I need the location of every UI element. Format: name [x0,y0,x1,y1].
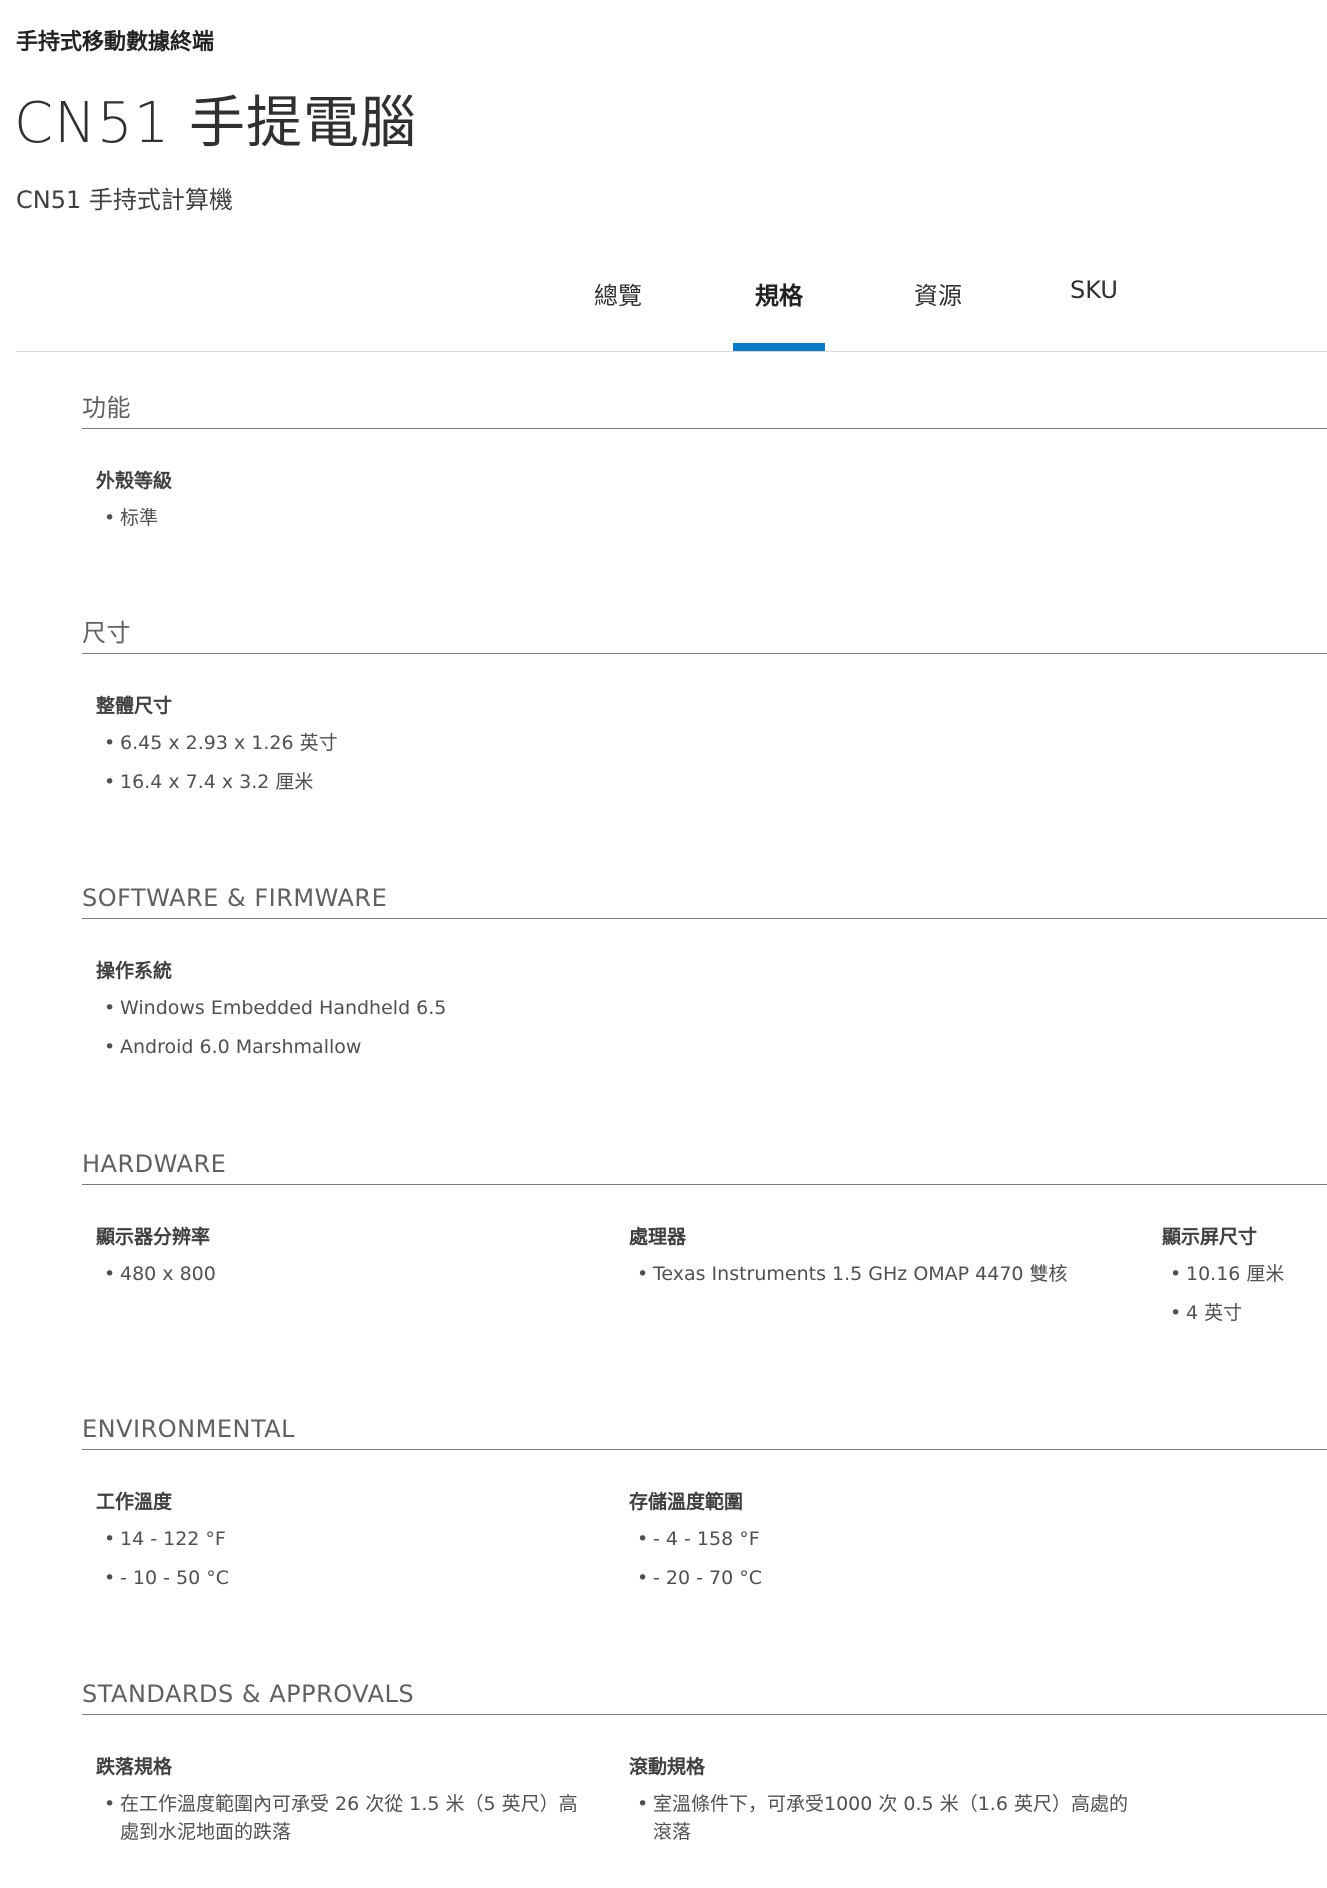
section-title: 功能 [82,394,131,422]
spec-group: 滾動規格 • 室溫條件下，可承受1000 次 0.5 米（1.6 英尺）高處的滾落 [615,1752,1129,1857]
section-title: HARDWARE [82,1150,227,1178]
spec-section-features: 功能 外殼等級 • 标準 [82,388,1327,529]
spec-label: 存儲溫度範圍 [629,1491,744,1513]
section-divider [82,918,1327,919]
product-category: 手持式移動數據終端 [16,30,215,55]
section-divider [82,1714,1327,1715]
tab-overview[interactable]: 總覽 [584,276,652,352]
spec-section-hardware: HARDWARE 顯示器分辨率 • 480 x 800 處理器 • Texas In… [82,1144,1327,1324]
tab-resources[interactable]: 資源 [904,276,972,352]
spec-label: 處理器 [629,1226,687,1248]
spec-value: • 室溫條件下，可承受1000 次 0.5 米（1.6 英尺）高處的滾落 [637,1793,1128,1843]
spec-label: 工作溫度 [96,1491,173,1513]
tab-sku[interactable]: SKU [1064,276,1124,352]
spec-value: • Android 6.0 Marshmallow [104,1036,362,1058]
tab-specifications[interactable]: 規格 [733,276,825,352]
spec-group: 顯示屏尺寸 • 10.16 厘米 • 4 英寸 [1148,1222,1284,1338]
spec-value: • - 20 - 70 °C [637,1567,762,1589]
spec-value: • 在工作溫度範圍內可承受 26 次從 1.5 米（5 英尺）高處到水泥地面的跌落 [104,1793,578,1843]
spec-label: 顯示屏尺寸 [1162,1226,1258,1248]
spec-value: • 4 英寸 [1170,1302,1243,1324]
spec-value: • 480 x 800 [104,1263,216,1285]
spec-section-environmental: ENVIRONMENTAL 工作溫度 • 14 - 122 °F • - 10 - … [82,1409,1327,1589]
spec-group: 操作系統 • Windows Embedded Handheld 6.5 • And… [82,956,446,1072]
section-divider [82,653,1327,654]
spec-section-standards-approvals: STANDARDS & APPROVALS 跌落規格 • 在工作溫度範圍內可承受 … [82,1674,1327,1843]
section-title: STANDARDS & APPROVALS [82,1680,415,1708]
spec-value: • 标準 [104,507,159,529]
page-subtitle: CN51 手持式計算機 [16,186,233,214]
spec-value: • 16.4 x 7.4 x 3.2 厘米 [104,771,314,793]
spec-group: 顯示器分辨率 • 480 x 800 [82,1222,216,1299]
spec-label: 跌落規格 [96,1756,173,1778]
section-divider [82,1184,1327,1185]
spec-group: 存儲溫度範圍 • - 4 - 158 °F • - 20 - 70 °C [615,1487,762,1603]
section-divider [82,428,1327,429]
spec-label: 整體尺寸 [96,695,173,717]
section-title: SOFTWARE & FIRMWARE [82,884,388,912]
spec-group: 工作溫度 • 14 - 122 °F • - 10 - 50 °C [82,1487,229,1603]
spec-value: • Windows Embedded Handheld 6.5 [104,997,447,1019]
spec-group: 整體尺寸 • 6.45 x 2.93 x 1.26 英寸 • 16.4 x 7.4 … [82,691,338,807]
spec-section-software-firmware: SOFTWARE & FIRMWARE 操作系統 • Windows Embedd… [82,878,1327,1058]
tab-label: SKU [1070,276,1118,304]
section-title: 尺寸 [82,619,131,647]
spec-value: • - 4 - 158 °F [637,1528,760,1550]
spec-value: • 10.16 厘米 [1170,1263,1285,1285]
spec-value: • 6.45 x 2.93 x 1.26 英寸 [104,732,338,754]
spec-group: 外殼等級 • 标準 [82,466,172,543]
spec-label: 外殼等級 [96,470,173,492]
spec-section-dimensions: 尺寸 整體尺寸 • 6.45 x 2.93 x 1.26 英寸 • 16.4 x 7… [82,613,1327,793]
spec-group: 處理器 • Texas Instruments 1.5 GHz OMAP 4470… [615,1222,1068,1299]
tab-label: 資源 [914,282,962,310]
spec-group: 跌落規格 • 在工作溫度範圍內可承受 26 次從 1.5 米（5 英尺）高處到水泥… [82,1752,596,1857]
spec-value: • - 10 - 50 °C [104,1567,229,1589]
spec-label: 滾動規格 [629,1756,706,1778]
tab-label: 規格 [755,282,803,310]
tab-bar: 總覽 規格 資源 SKU [0,250,1327,352]
spec-value: • Texas Instruments 1.5 GHz OMAP 4470 雙核 [637,1263,1068,1285]
spec-label: 操作系統 [96,960,173,982]
page-title: CN51 手提電腦 [14,91,418,156]
section-title: ENVIRONMENTAL [82,1415,296,1443]
tab-bar-divider [16,351,1327,352]
section-divider [82,1449,1327,1450]
spec-value: • 14 - 122 °F [104,1528,226,1550]
spec-label: 顯示器分辨率 [96,1226,211,1248]
tab-label: 總覽 [594,282,642,310]
